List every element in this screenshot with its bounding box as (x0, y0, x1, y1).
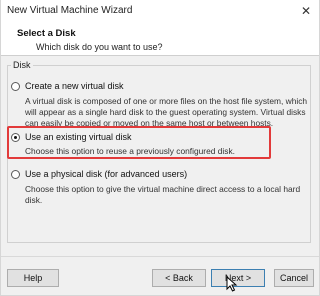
page-subtitle: Which disk do you want to use? (36, 42, 163, 52)
footer-divider (1, 256, 319, 257)
wizard-header: Select a Disk Which disk do you want to … (1, 22, 319, 56)
mouse-cursor-icon (226, 276, 238, 292)
cancel-button[interactable]: Cancel (274, 269, 314, 287)
title-bar: New Virtual Machine Wizard ✕ (1, 0, 319, 22)
radio-use-existing-disk[interactable] (11, 133, 20, 142)
help-button[interactable]: Help (7, 269, 59, 287)
radio-use-physical-disk[interactable] (11, 170, 20, 179)
option-description: Choose this option to reuse a previously… (25, 146, 235, 156)
window-title: New Virtual Machine Wizard (7, 5, 133, 16)
groupbox-label: Disk (11, 60, 33, 70)
close-icon[interactable]: ✕ (297, 3, 315, 19)
option-description: A virtual disk is composed of one or mor… (25, 96, 308, 128)
wizard-window: New Virtual Machine Wizard ✕ Select a Di… (0, 0, 320, 296)
back-button[interactable]: < Back (152, 269, 206, 287)
option-label[interactable]: Use an existing virtual disk (25, 132, 132, 142)
option-label[interactable]: Use a physical disk (for advanced users) (25, 169, 187, 179)
option-description: Choose this option to give the virtual m… (25, 184, 301, 205)
radio-create-new-disk[interactable] (11, 82, 20, 91)
option-label[interactable]: Create a new virtual disk (25, 81, 124, 91)
page-title: Select a Disk (17, 28, 76, 39)
next-button[interactable]: Next > (211, 269, 265, 287)
